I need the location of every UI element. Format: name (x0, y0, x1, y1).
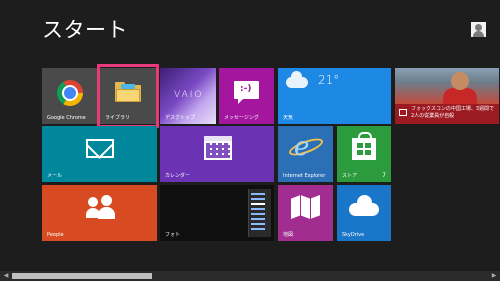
tile-label: 地図 (283, 232, 294, 238)
tile-label: Internet Explorer (283, 173, 326, 179)
tile-store[interactable]: ストア 7 (337, 126, 391, 182)
user-avatar-icon (471, 21, 486, 37)
selection-highlight (97, 64, 159, 128)
tile-skydrive[interactable]: SkyDrive (337, 185, 391, 241)
tile-messaging[interactable]: :-) メッセージング (219, 68, 274, 124)
tile-photos[interactable]: フォト (160, 185, 274, 241)
tile-label: メッセージング (224, 115, 259, 121)
start-screen-title: スタート (42, 18, 128, 42)
tile-label: 天気 (283, 115, 294, 121)
tile-label: SkyDrive (342, 232, 365, 238)
smiley-text: :-) (240, 84, 252, 94)
scroll-right-arrow-icon[interactable]: ▶ (490, 272, 498, 280)
tile-label: デスクトップ (165, 115, 196, 121)
tile-calendar[interactable]: カレンダー (160, 126, 274, 182)
news-headline: フォックスコンの中国工場、3週間で 2人の従業員が自殺 (411, 106, 495, 119)
scroll-left-arrow-icon[interactable]: ◀ (2, 272, 10, 280)
tile-label: People (47, 232, 64, 238)
cloud-icon (286, 71, 308, 88)
tile-weather[interactable]: 21° 天気 (278, 68, 391, 124)
tile-label: Google Chrome (47, 115, 86, 121)
calendar-icon (204, 136, 232, 160)
vaio-wallpaper-logo: VAIO (174, 90, 204, 100)
horizontal-scrollbar[interactable]: ◀ ▶ (0, 271, 500, 281)
news-icon (399, 109, 407, 116)
tile-label: メール (47, 173, 63, 179)
people-icon (86, 195, 116, 219)
skydrive-cloud-icon (349, 195, 379, 216)
news-headline-band: フォックスコンの中国工場、3週間で 2人の従業員が自殺 (395, 104, 499, 124)
user-account[interactable] (467, 21, 486, 37)
envelope-icon (86, 139, 114, 158)
tile-people[interactable]: People (42, 185, 157, 241)
tile-google-chrome[interactable]: Google Chrome (42, 68, 97, 124)
tile-maps[interactable]: 地図 (278, 185, 333, 241)
store-update-badge: 7 (382, 172, 386, 179)
tile-label: ストア (342, 173, 358, 179)
tile-news[interactable]: フォックスコンの中国工場、3週間で 2人の従業員が自殺 (395, 68, 499, 124)
tile-label: フォト (165, 232, 181, 238)
tile-mail[interactable]: メール (42, 126, 157, 182)
chat-bubble-icon: :-) (234, 81, 259, 104)
tile-label: カレンダー (165, 173, 191, 179)
weather-temperature: 21° (318, 73, 340, 87)
internet-explorer-icon: e (294, 132, 310, 162)
store-bag-icon (352, 132, 376, 160)
scroll-thumb[interactable] (12, 273, 152, 279)
tile-internet-explorer[interactable]: e Internet Explorer (278, 126, 333, 182)
chrome-icon (57, 80, 83, 106)
tile-desktop[interactable]: VAIO デスクトップ (160, 68, 216, 124)
news-photo (395, 68, 499, 106)
map-icon (291, 195, 320, 219)
